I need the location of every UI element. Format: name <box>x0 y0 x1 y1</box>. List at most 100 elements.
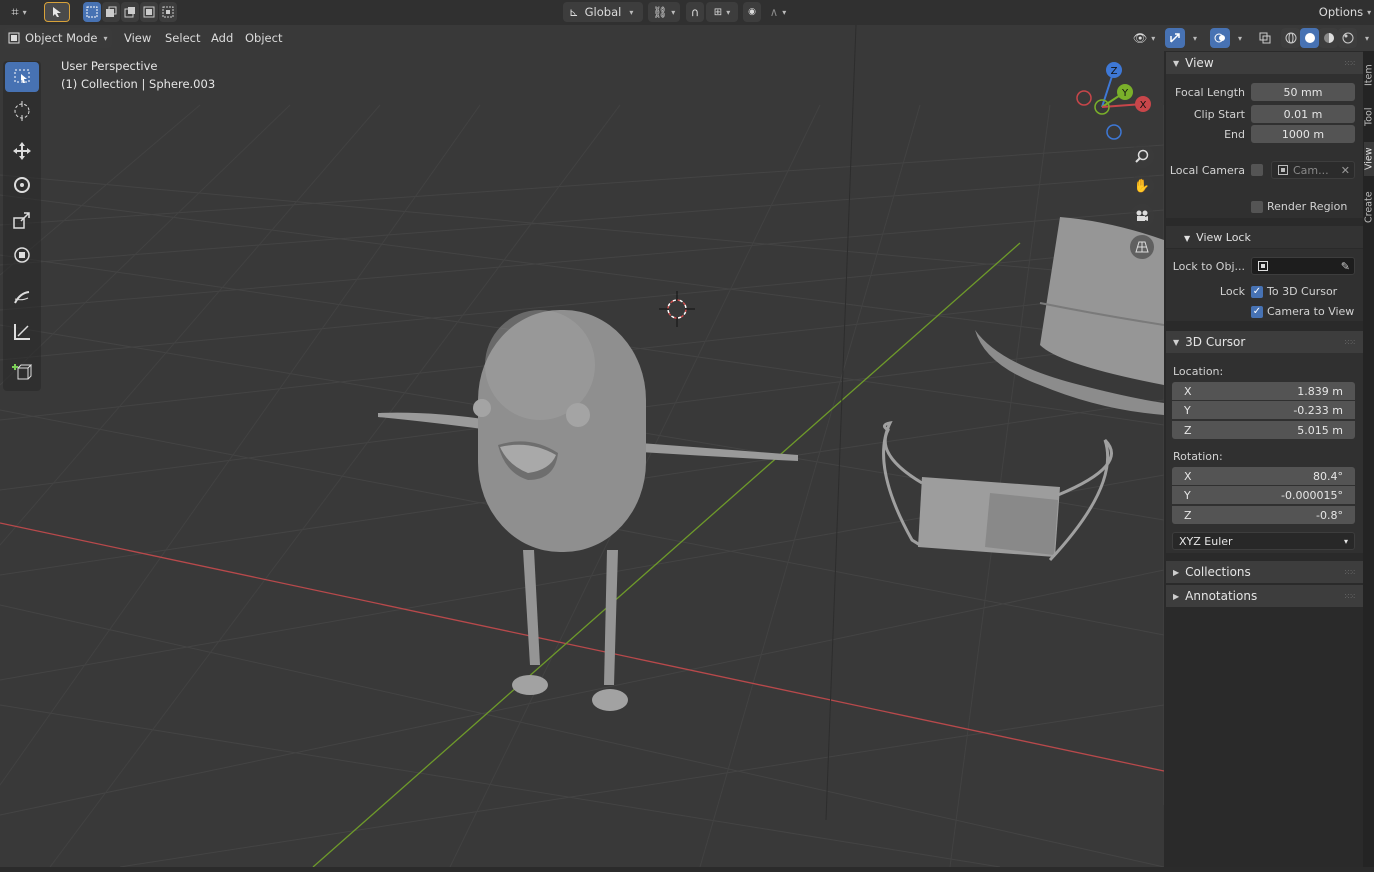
falloff-dropdown[interactable]: ∧ ▾ <box>763 2 793 22</box>
menu-view[interactable]: View <box>118 28 157 48</box>
ortho-toggle-button[interactable] <box>1130 235 1154 259</box>
rotation-y-field[interactable]: Y -0.000015° <box>1172 486 1355 504</box>
clip-end-field[interactable]: 1000 m <box>1251 125 1355 143</box>
select-tool-button[interactable] <box>44 2 70 22</box>
location-x-field[interactable]: X 1.839 m <box>1172 382 1355 400</box>
location-y-field[interactable]: Y -0.233 m <box>1172 401 1355 419</box>
xray-toggle-button[interactable] <box>1255 28 1275 48</box>
zoom-button[interactable] <box>1130 144 1154 168</box>
overlays-circles-icon <box>1214 33 1225 43</box>
snap-target-dropdown[interactable]: ⊞ ▾ <box>706 2 738 22</box>
scale-tool[interactable] <box>5 205 39 235</box>
collections-panel-header[interactable]: ▶ Collections ⁙⁙ <box>1166 561 1363 583</box>
menu-select[interactable]: Select <box>159 28 206 48</box>
grid-editor-icon: ⌗ <box>11 4 19 20</box>
shading-dropdown[interactable]: ▾ <box>1358 28 1372 48</box>
drag-grip-icon[interactable]: ⁙⁙ <box>1344 568 1356 577</box>
rotation-x-field[interactable]: X 80.4° <box>1172 467 1355 485</box>
to-3d-cursor-label: To 3D Cursor <box>1267 285 1338 298</box>
wireframe-sphere-icon <box>1285 32 1296 44</box>
transform-tool[interactable] <box>5 240 39 270</box>
gizmo-dropdown[interactable]: ▾ <box>1186 28 1200 48</box>
chevron-down-icon: ▾ <box>1364 33 1369 43</box>
local-camera-checkbox[interactable] <box>1251 164 1263 176</box>
tab-view[interactable]: View <box>1364 142 1374 176</box>
gizmo-y-label: Y <box>1121 88 1129 99</box>
select-invert-mode-button[interactable] <box>140 2 158 22</box>
transform-orientation-dropdown[interactable]: ⊾ Global ▾ <box>563 2 643 22</box>
select-new-mode-button[interactable] <box>83 2 101 22</box>
view-lock-title[interactable]: ▼ View Lock <box>1184 231 1251 244</box>
overlays-toggle-button[interactable] <box>1210 28 1230 48</box>
rotation-x-label: X <box>1184 469 1192 483</box>
tab-tool[interactable]: Tool <box>1364 104 1374 130</box>
eyedropper-icon[interactable]: ✎ <box>1341 260 1350 273</box>
clear-x-icon[interactable]: ✕ <box>1341 164 1350 177</box>
shading-material-button[interactable] <box>1319 28 1338 48</box>
gizmo-x-label: X <box>1140 100 1147 111</box>
add-cube-tool[interactable] <box>5 357 39 387</box>
pan-button[interactable]: ✋ <box>1130 174 1154 198</box>
editor-type-button[interactable]: ⌗ ▾ <box>4 2 34 22</box>
move-tool[interactable] <box>5 136 39 166</box>
select-intersect-mode-button[interactable] <box>159 2 177 22</box>
annotate-tool[interactable] <box>5 282 39 312</box>
shading-rendered-button[interactable] <box>1338 28 1357 48</box>
location-z-field[interactable]: Z 5.015 m <box>1172 421 1355 439</box>
rotate-tool[interactable] <box>5 170 39 200</box>
options-dropdown[interactable]: Options ▾ <box>1316 2 1374 22</box>
chevron-down-icon: ▾ <box>1343 536 1348 546</box>
select-subtract-icon <box>124 7 135 18</box>
camera-object-icon <box>1278 165 1288 175</box>
measure-tool[interactable] <box>5 317 39 347</box>
local-camera-field[interactable]: Cam... ✕ <box>1271 161 1355 179</box>
render-region-checkbox[interactable] <box>1251 201 1263 213</box>
chevron-down-icon: ▾ <box>1192 33 1197 43</box>
cursor-tool[interactable] <box>5 96 39 126</box>
tab-item[interactable]: Item <box>1364 57 1374 93</box>
orientation-value: Global <box>584 5 622 19</box>
render-region-label: Render Region <box>1267 200 1348 213</box>
rotation-y-value: -0.000015° <box>1281 488 1343 502</box>
options-label: Options <box>1318 5 1364 19</box>
select-subtract-mode-button[interactable] <box>121 2 139 22</box>
select-invert-icon <box>143 6 155 18</box>
pencil-icon <box>14 291 30 304</box>
gizmo-toggle-button[interactable] <box>1165 28 1185 48</box>
orientation-axes-icon: ⊾ <box>569 5 579 19</box>
shading-wireframe-button[interactable] <box>1281 28 1300 48</box>
overlays-dropdown[interactable]: ▾ <box>1231 28 1245 48</box>
view-panel-header[interactable]: ▼ View ⁙⁙ <box>1166 52 1363 74</box>
3d-viewport[interactable]: User Perspective (1) Collection | Sphere… <box>0 25 1164 867</box>
pivot-point-dropdown[interactable]: ⛓ ▾ <box>648 2 680 22</box>
3d-cursor-panel-header[interactable]: ▼ 3D Cursor ⁙⁙ <box>1166 331 1363 353</box>
snap-toggle-button[interactable]: ∩ <box>686 2 704 22</box>
camera-to-view-checkbox[interactable]: ✓ <box>1251 306 1263 318</box>
drag-grip-icon[interactable]: ⁙⁙ <box>1344 592 1356 601</box>
menu-add[interactable]: Add <box>205 28 239 48</box>
tab-create[interactable]: Create <box>1364 186 1374 228</box>
drag-grip-icon[interactable]: ⁙⁙ <box>1344 59 1356 68</box>
annotations-panel-header[interactable]: ▶ Annotations ⁙⁙ <box>1166 585 1363 607</box>
focal-length-field[interactable]: 50 mm <box>1251 83 1355 101</box>
viewport-header: Object Mode ▾ View Select Add Object 👁 ▾ … <box>0 25 1374 51</box>
select-extend-mode-button[interactable] <box>102 2 120 22</box>
object-mode-dropdown[interactable]: Object Mode ▾ <box>4 28 112 48</box>
camera-view-button[interactable] <box>1130 204 1154 228</box>
drag-grip-icon[interactable]: ⁙⁙ <box>1344 338 1356 347</box>
proportional-edit-button[interactable]: ◉ <box>743 2 761 22</box>
collections-panel-title: Collections <box>1185 565 1251 579</box>
cursor-arrow-icon <box>53 7 61 17</box>
to-3d-cursor-checkbox[interactable]: ✓ <box>1251 286 1263 298</box>
menu-object[interactable]: Object <box>239 28 288 48</box>
rotation-z-field[interactable]: Z -0.8° <box>1172 506 1355 524</box>
clip-start-field[interactable]: 0.01 m <box>1251 105 1355 123</box>
scale-icon <box>13 212 30 229</box>
select-box-tool[interactable] <box>5 62 39 92</box>
visibility-dropdown[interactable]: 👁 ▾ <box>1128 28 1160 48</box>
shading-solid-button[interactable] <box>1300 28 1319 48</box>
eye-icon: 👁 <box>1132 31 1148 45</box>
rotation-mode-dropdown[interactable]: XYZ Euler ▾ <box>1172 532 1355 550</box>
lock-to-obj-field[interactable]: ✎ <box>1251 257 1355 275</box>
navigation-gizmo[interactable]: Z Y X <box>1070 57 1160 147</box>
